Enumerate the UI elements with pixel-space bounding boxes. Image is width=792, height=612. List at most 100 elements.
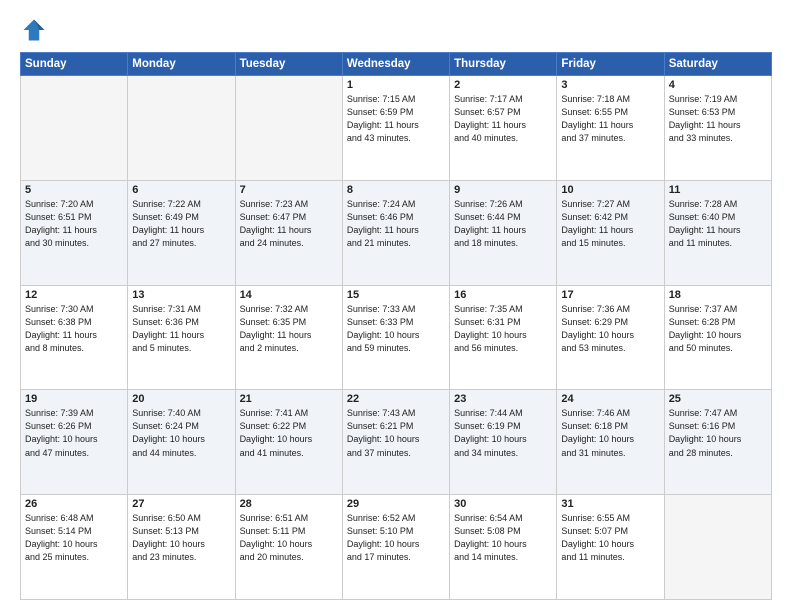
- calendar-cell: 26 Sunrise: 6:48 AM Sunset: 5:14 PM Dayli…: [21, 495, 128, 600]
- calendar-cell: 8 Sunrise: 7:24 AM Sunset: 6:46 PM Daylig…: [342, 180, 449, 285]
- day-number: 12: [25, 289, 123, 301]
- day-number: 19: [25, 393, 123, 405]
- day-info: Sunrise: 7:20 AM Sunset: 6:51 PM Dayligh…: [25, 198, 123, 250]
- weekday-header-row: SundayMondayTuesdayWednesdayThursdayFrid…: [21, 53, 772, 76]
- day-number: 7: [240, 184, 338, 196]
- calendar-cell: 28 Sunrise: 6:51 AM Sunset: 5:11 PM Dayli…: [235, 495, 342, 600]
- day-info: Sunrise: 6:51 AM Sunset: 5:11 PM Dayligh…: [240, 512, 338, 564]
- week-row-2: 5 Sunrise: 7:20 AM Sunset: 6:51 PM Daylig…: [21, 180, 772, 285]
- week-row-3: 12 Sunrise: 7:30 AM Sunset: 6:38 PM Dayli…: [21, 285, 772, 390]
- day-number: 28: [240, 498, 338, 510]
- day-number: 11: [669, 184, 767, 196]
- day-number: 30: [454, 498, 552, 510]
- week-row-4: 19 Sunrise: 7:39 AM Sunset: 6:26 PM Dayli…: [21, 390, 772, 495]
- calendar-cell: 18 Sunrise: 7:37 AM Sunset: 6:28 PM Dayli…: [664, 285, 771, 390]
- day-info: Sunrise: 7:46 AM Sunset: 6:18 PM Dayligh…: [561, 407, 659, 459]
- day-number: 22: [347, 393, 445, 405]
- calendar-cell: 30 Sunrise: 6:54 AM Sunset: 5:08 PM Dayli…: [450, 495, 557, 600]
- day-info: Sunrise: 7:31 AM Sunset: 6:36 PM Dayligh…: [132, 303, 230, 355]
- calendar-cell: 10 Sunrise: 7:27 AM Sunset: 6:42 PM Dayli…: [557, 180, 664, 285]
- calendar-cell: 4 Sunrise: 7:19 AM Sunset: 6:53 PM Daylig…: [664, 76, 771, 181]
- day-info: Sunrise: 7:22 AM Sunset: 6:49 PM Dayligh…: [132, 198, 230, 250]
- day-number: 4: [669, 79, 767, 91]
- day-info: Sunrise: 7:35 AM Sunset: 6:31 PM Dayligh…: [454, 303, 552, 355]
- calendar-cell: [235, 76, 342, 181]
- weekday-header-tuesday: Tuesday: [235, 53, 342, 76]
- day-info: Sunrise: 7:44 AM Sunset: 6:19 PM Dayligh…: [454, 407, 552, 459]
- calendar-cell: 9Sunrise: 7:26 AM Sunset: 6:44 PM Daylig…: [450, 180, 557, 285]
- day-info: Sunrise: 7:17 AM Sunset: 6:57 PM Dayligh…: [454, 93, 552, 145]
- day-info: Sunrise: 7:36 AM Sunset: 6:29 PM Dayligh…: [561, 303, 659, 355]
- calendar-cell: 15Sunrise: 7:33 AM Sunset: 6:33 PM Dayli…: [342, 285, 449, 390]
- day-number: 13: [132, 289, 230, 301]
- calendar-cell: 11 Sunrise: 7:28 AM Sunset: 6:40 PM Dayli…: [664, 180, 771, 285]
- day-number: 6: [132, 184, 230, 196]
- day-number: 29: [347, 498, 445, 510]
- day-number: 18: [669, 289, 767, 301]
- day-number: 27: [132, 498, 230, 510]
- day-info: Sunrise: 7:41 AM Sunset: 6:22 PM Dayligh…: [240, 407, 338, 459]
- day-info: Sunrise: 7:23 AM Sunset: 6:47 PM Dayligh…: [240, 198, 338, 250]
- day-info: Sunrise: 6:48 AM Sunset: 5:14 PM Dayligh…: [25, 512, 123, 564]
- calendar-cell: 12 Sunrise: 7:30 AM Sunset: 6:38 PM Dayli…: [21, 285, 128, 390]
- day-number: 25: [669, 393, 767, 405]
- calendar-cell: 23 Sunrise: 7:44 AM Sunset: 6:19 PM Dayli…: [450, 390, 557, 495]
- calendar-cell: 16 Sunrise: 7:35 AM Sunset: 6:31 PM Dayli…: [450, 285, 557, 390]
- weekday-header-wednesday: Wednesday: [342, 53, 449, 76]
- calendar-cell: 22 Sunrise: 7:43 AM Sunset: 6:21 PM Dayli…: [342, 390, 449, 495]
- day-number: 16: [454, 289, 552, 301]
- day-info: Sunrise: 7:24 AM Sunset: 6:46 PM Dayligh…: [347, 198, 445, 250]
- day-number: 14: [240, 289, 338, 301]
- week-row-5: 26 Sunrise: 6:48 AM Sunset: 5:14 PM Dayli…: [21, 495, 772, 600]
- day-number: 5: [25, 184, 123, 196]
- calendar-cell: 2 Sunrise: 7:17 AM Sunset: 6:57 PM Daylig…: [450, 76, 557, 181]
- day-number: 20: [132, 393, 230, 405]
- weekday-header-saturday: Saturday: [664, 53, 771, 76]
- day-number: 31: [561, 498, 659, 510]
- calendar-cell: 17Sunrise: 7:36 AM Sunset: 6:29 PM Dayli…: [557, 285, 664, 390]
- calendar-cell: 29 Sunrise: 6:52 AM Sunset: 5:10 PM Dayli…: [342, 495, 449, 600]
- calendar-cell: [21, 76, 128, 181]
- day-info: Sunrise: 7:18 AM Sunset: 6:55 PM Dayligh…: [561, 93, 659, 145]
- day-info: Sunrise: 7:28 AM Sunset: 6:40 PM Dayligh…: [669, 198, 767, 250]
- calendar-cell: 6 Sunrise: 7:22 AM Sunset: 6:49 PM Daylig…: [128, 180, 235, 285]
- day-number: 26: [25, 498, 123, 510]
- day-number: 2: [454, 79, 552, 91]
- day-info: Sunrise: 7:40 AM Sunset: 6:24 PM Dayligh…: [132, 407, 230, 459]
- day-number: 24: [561, 393, 659, 405]
- day-info: Sunrise: 7:47 AM Sunset: 6:16 PM Dayligh…: [669, 407, 767, 459]
- day-number: 10: [561, 184, 659, 196]
- header: [20, 16, 772, 44]
- calendar-cell: 27 Sunrise: 6:50 AM Sunset: 5:13 PM Dayli…: [128, 495, 235, 600]
- day-info: Sunrise: 6:50 AM Sunset: 5:13 PM Dayligh…: [132, 512, 230, 564]
- day-number: 3: [561, 79, 659, 91]
- day-info: Sunrise: 6:52 AM Sunset: 5:10 PM Dayligh…: [347, 512, 445, 564]
- week-row-1: 1 Sunrise: 7:15 AM Sunset: 6:59 PM Daylig…: [21, 76, 772, 181]
- calendar-cell: [664, 495, 771, 600]
- day-info: Sunrise: 6:54 AM Sunset: 5:08 PM Dayligh…: [454, 512, 552, 564]
- calendar-cell: 20 Sunrise: 7:40 AM Sunset: 6:24 PM Dayli…: [128, 390, 235, 495]
- day-info: Sunrise: 7:19 AM Sunset: 6:53 PM Dayligh…: [669, 93, 767, 145]
- day-info: Sunrise: 7:43 AM Sunset: 6:21 PM Dayligh…: [347, 407, 445, 459]
- day-info: Sunrise: 7:30 AM Sunset: 6:38 PM Dayligh…: [25, 303, 123, 355]
- calendar-cell: 19 Sunrise: 7:39 AM Sunset: 6:26 PM Dayli…: [21, 390, 128, 495]
- calendar-cell: 25 Sunrise: 7:47 AM Sunset: 6:16 PM Dayli…: [664, 390, 771, 495]
- day-number: 15: [347, 289, 445, 301]
- day-info: Sunrise: 7:39 AM Sunset: 6:26 PM Dayligh…: [25, 407, 123, 459]
- weekday-header-thursday: Thursday: [450, 53, 557, 76]
- page: SundayMondayTuesdayWednesdayThursdayFrid…: [0, 0, 792, 612]
- day-number: 23: [454, 393, 552, 405]
- calendar-table: SundayMondayTuesdayWednesdayThursdayFrid…: [20, 52, 772, 600]
- calendar-cell: 21Sunrise: 7:41 AM Sunset: 6:22 PM Dayli…: [235, 390, 342, 495]
- calendar-cell: 13 Sunrise: 7:31 AM Sunset: 6:36 PM Dayli…: [128, 285, 235, 390]
- day-number: 8: [347, 184, 445, 196]
- calendar-cell: 1 Sunrise: 7:15 AM Sunset: 6:59 PM Daylig…: [342, 76, 449, 181]
- day-info: Sunrise: 7:37 AM Sunset: 6:28 PM Dayligh…: [669, 303, 767, 355]
- calendar-cell: [128, 76, 235, 181]
- day-number: 1: [347, 79, 445, 91]
- calendar-cell: 7 Sunrise: 7:23 AM Sunset: 6:47 PM Daylig…: [235, 180, 342, 285]
- day-info: Sunrise: 7:15 AM Sunset: 6:59 PM Dayligh…: [347, 93, 445, 145]
- day-info: Sunrise: 7:27 AM Sunset: 6:42 PM Dayligh…: [561, 198, 659, 250]
- day-number: 9: [454, 184, 552, 196]
- logo-icon: [20, 16, 48, 44]
